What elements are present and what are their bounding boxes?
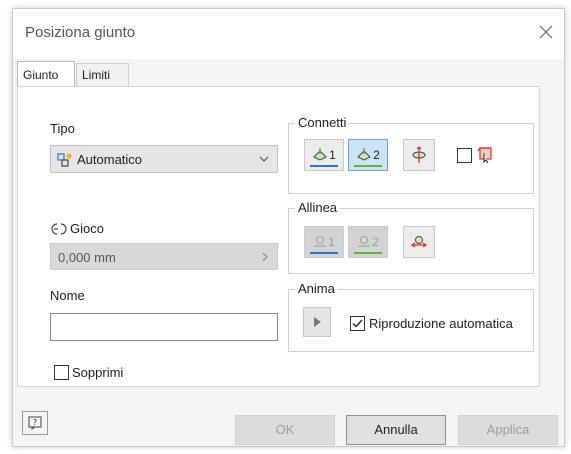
gioco-field[interactable]: 0,000 mm bbox=[50, 243, 278, 270]
connect-2-number: 2 bbox=[373, 148, 380, 162]
allinea-group: Allinea 1 2 bbox=[288, 200, 534, 274]
connetti-group: Connetti 1 2 bbox=[288, 115, 534, 194]
flip-component-button[interactable] bbox=[403, 139, 435, 171]
autoplay-checkbox[interactable] bbox=[350, 316, 365, 331]
anima-group: Anima Riproduzione automatica bbox=[288, 281, 534, 352]
svg-text:?: ? bbox=[33, 418, 37, 427]
anima-title: Anima bbox=[295, 281, 338, 296]
close-icon[interactable] bbox=[537, 23, 555, 41]
connect-point-icon bbox=[357, 148, 372, 161]
checkmark-icon bbox=[352, 319, 363, 328]
tab-limiti[interactable]: Limiti bbox=[76, 63, 129, 86]
flip-alignment-button[interactable] bbox=[403, 226, 435, 258]
apply-button[interactable]: Applica bbox=[458, 415, 558, 445]
play-icon bbox=[314, 317, 321, 327]
nome-input[interactable] bbox=[50, 313, 278, 341]
align-icon bbox=[358, 235, 371, 247]
align-icon bbox=[314, 235, 327, 247]
lock-rotation-checkbox[interactable] bbox=[457, 148, 472, 163]
align-2-number: 2 bbox=[372, 235, 379, 249]
tipo-dropdown[interactable]: Automatico bbox=[50, 145, 278, 173]
tipo-value: Automatico bbox=[77, 152, 143, 167]
connect-1-number: 1 bbox=[329, 148, 336, 162]
tab-panel: Tipo Automatico Gioco 0,000 mm Nome Sopp… bbox=[17, 86, 540, 387]
cancel-button[interactable]: Annulla bbox=[346, 415, 446, 445]
allinea-title: Allinea bbox=[295, 200, 341, 215]
sopprimi-label: Sopprimi bbox=[72, 365, 124, 380]
connect-point-icon bbox=[313, 148, 328, 161]
help-icon: ? bbox=[28, 416, 42, 430]
align-1-number: 1 bbox=[328, 235, 335, 249]
title-bar: Posiziona giunto bbox=[13, 9, 564, 59]
align-1-underline bbox=[310, 252, 338, 254]
sopprimi-checkbox[interactable] bbox=[54, 365, 69, 380]
flip-alignment-icon bbox=[410, 236, 428, 248]
chevron-down-icon bbox=[259, 154, 269, 164]
nome-label: Nome bbox=[50, 288, 85, 303]
tipo-label: Tipo bbox=[50, 121, 75, 136]
tab-giunto[interactable]: Giunto bbox=[17, 61, 75, 86]
help-button[interactable]: ? bbox=[22, 411, 48, 435]
automatic-joint-icon bbox=[57, 152, 73, 168]
flip-icon bbox=[412, 146, 426, 163]
dialog-title: Posiziona giunto bbox=[25, 24, 136, 41]
connect-2-underline bbox=[354, 165, 382, 167]
play-animation-button[interactable] bbox=[303, 307, 331, 337]
align-1-button[interactable]: 1 bbox=[304, 226, 344, 258]
ok-button[interactable]: OK bbox=[235, 415, 335, 445]
connect-origin-1-button[interactable]: 1 bbox=[304, 139, 344, 171]
select-other-icon bbox=[477, 146, 493, 164]
gioco-value: 0,000 mm bbox=[58, 250, 116, 265]
align-2-button[interactable]: 2 bbox=[348, 226, 388, 258]
align-2-underline bbox=[354, 252, 382, 254]
connect-1-underline bbox=[310, 165, 338, 167]
connetti-title: Connetti bbox=[295, 115, 350, 130]
gioco-label: Gioco bbox=[70, 221, 104, 236]
autoplay-label: Riproduzione automatica bbox=[369, 316, 513, 331]
chevron-right-icon bbox=[260, 252, 270, 262]
connect-origin-2-button[interactable]: 2 bbox=[348, 139, 388, 171]
gap-icon bbox=[51, 222, 67, 236]
